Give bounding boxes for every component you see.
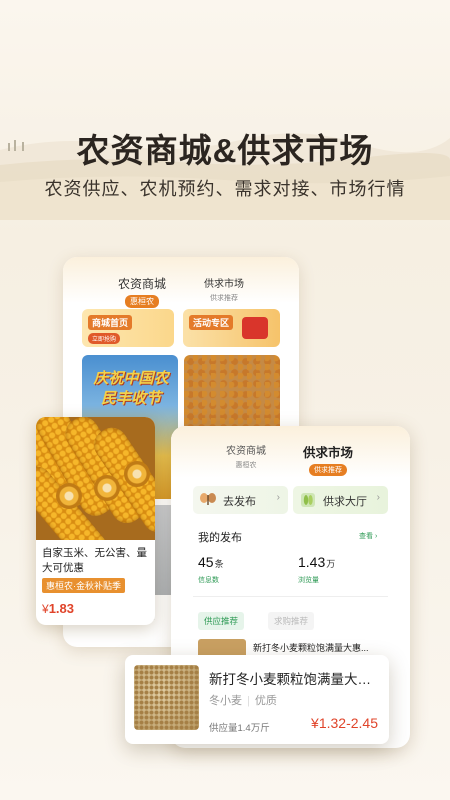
- tag-quality: 优质: [254, 695, 277, 707]
- price-range: ¥1.32-2.45: [311, 715, 378, 731]
- view-more-link[interactable]: 查看 ›: [359, 531, 377, 541]
- market-card-header: 农资商城 惠桓农 供求市场 供求推荐: [171, 426, 410, 478]
- stat-views-number: 1.43: [298, 554, 326, 570]
- stat-views: 1.43万 浏览量: [298, 554, 335, 585]
- promo-badge: 惠桓农·金秋补贴季: [42, 578, 125, 593]
- supply-hall-label: 供求大厅: [323, 496, 367, 508]
- supply-amount: 供应量1.4万斤: [209, 723, 270, 734]
- headline: 农资商城&供求市场: [76, 132, 374, 169]
- wheat-listing-title: 新打冬小麦颗粒饱满量大惠…: [209, 672, 381, 687]
- subheadline: 农资供应、农机预约、需求对接、市场行情: [44, 179, 406, 199]
- activity-banner[interactable]: 活动专区: [183, 309, 280, 347]
- banner-mall-label: 商城首页: [88, 315, 133, 330]
- crops-icon: [301, 493, 315, 507]
- tab-market-active-label: 供求市场: [302, 446, 353, 460]
- corn-product-card[interactable]: 自家玉米、无公害、量大可优惠 惠桓农·金秋补贴季 ¥1.83: [36, 417, 155, 625]
- tag-separator: |: [247, 695, 250, 707]
- buy-now-button[interactable]: 立即抢购: [88, 333, 121, 344]
- corn-product-image: [36, 417, 155, 540]
- tab-market-label: 供求市场: [204, 279, 244, 290]
- mall-home-banner[interactable]: 商城首页 立即抢购: [82, 309, 174, 347]
- stat-info-label: 信息数: [198, 577, 219, 584]
- tab-market[interactable]: 供求市场 供求推荐: [179, 275, 269, 303]
- supply-hall-button[interactable]: 供求大厅 ›: [293, 486, 388, 514]
- banner-activity-label: 活动专区: [189, 315, 234, 330]
- tab-mall-badge: 惠桓农: [125, 295, 159, 308]
- tab-purchase-recommend[interactable]: 求购推荐: [268, 612, 315, 630]
- wheat-tags: 冬小麦 | 优质: [209, 692, 277, 708]
- mall-card-header: 农资商城 惠桓农 供求市场 供求推荐: [63, 257, 299, 308]
- chevron-right-icon: ›: [276, 492, 280, 503]
- stat-views-label: 浏览量: [298, 577, 319, 584]
- stat-views-unit: 万: [326, 559, 336, 569]
- publish-button[interactable]: 去发布 ›: [193, 486, 288, 514]
- tab-market-active[interactable]: 供求市场 供求推荐: [288, 442, 368, 476]
- promo-screen: 农资商城&供求市场 农资供应、农机预约、需求对接、市场行情 农资商城 惠桓农 供…: [0, 0, 450, 800]
- listing-title[interactable]: 新打冬小麦颗粒饱满量大惠...: [253, 641, 369, 654]
- tab-market-sub: 供求推荐: [210, 295, 238, 302]
- corn-price-value: 1.83: [48, 601, 74, 616]
- stat-info-unit: 条: [214, 559, 224, 569]
- my-posts-title: 我的发布: [198, 532, 242, 544]
- stat-info-count: 45条 信息数: [198, 554, 224, 585]
- red-envelope-icon: [242, 317, 268, 339]
- tab-mall-secondary-label: 农资商城: [226, 446, 266, 457]
- divider: [193, 596, 388, 597]
- tab-mall-secondary[interactable]: 农资商城 惠桓农: [206, 442, 286, 470]
- tab-mall-label: 农资商城: [117, 277, 166, 291]
- corn-price: ¥1.83: [42, 601, 74, 616]
- tab-market-badge: 供求推荐: [309, 464, 347, 476]
- corn-product-title: 自家玉米、无公害、量大可优惠: [42, 547, 147, 574]
- wheat-image: [134, 665, 199, 730]
- tab-mall-secondary-sub: 惠桓农: [235, 462, 257, 469]
- festival-text: 庆祝中国农民丰收节: [93, 370, 169, 407]
- wheat-listing-card[interactable]: 新打冬小麦颗粒饱满量大惠… 冬小麦 | 优质 供应量1.4万斤 ¥1.32-2.45: [125, 655, 389, 744]
- tag-winter-wheat: 冬小麦: [209, 695, 242, 707]
- butterfly-icon: [200, 493, 216, 505]
- tab-mall[interactable]: 农资商城 惠桓农: [97, 275, 187, 308]
- publish-label: 去发布: [223, 496, 256, 508]
- chevron-right-icon: ›: [376, 492, 380, 503]
- tab-supply-recommend[interactable]: 供应推荐: [198, 612, 245, 630]
- stat-info-number: 45: [198, 554, 214, 570]
- currency-symbol: ¥: [42, 602, 49, 616]
